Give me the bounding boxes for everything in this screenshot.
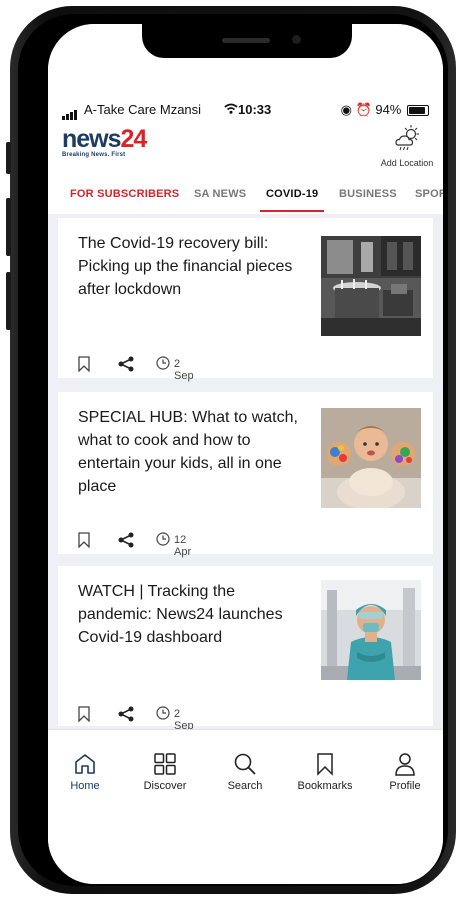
nav-bookmarks-label: Bookmarks — [297, 780, 353, 792]
home-icon — [50, 746, 120, 776]
clock-icon — [156, 532, 170, 549]
status-right: ◉ ⏰ 94% — [341, 102, 429, 118]
notch — [142, 24, 352, 58]
article-date: 12 Apr — [174, 534, 192, 558]
tab-business[interactable]: BUSINESS — [339, 188, 397, 200]
logo-number: 24 — [120, 125, 148, 153]
wifi-icon — [224, 102, 238, 117]
weather-icon — [392, 125, 422, 156]
nav-search[interactable]: Search — [210, 746, 280, 792]
article-title[interactable]: The Covid-19 recovery bill: Picking up t… — [78, 232, 310, 301]
article-card[interactable]: SPECIAL HUB: What to watch, what to cook… — [58, 392, 433, 558]
battery-icon — [407, 105, 429, 117]
article-title[interactable]: SPECIAL HUB: What to watch, what to cook… — [78, 406, 310, 498]
clock-icon — [156, 356, 170, 373]
share-icon[interactable] — [118, 706, 134, 725]
tab-for-subscribers[interactable]: FOR SUBSCRIBERS — [70, 188, 179, 200]
article-thumbnail-medical-worker[interactable] — [321, 580, 421, 680]
front-camera — [292, 35, 301, 44]
nav-discover-label: Discover — [143, 780, 187, 792]
tab-sport[interactable]: SPORT — [415, 188, 443, 200]
article-thumbnail-restaurant[interactable] — [321, 236, 421, 336]
nav-discover[interactable]: Discover — [130, 746, 200, 792]
nav-home-label: Home — [70, 780, 100, 792]
profile-icon — [370, 746, 440, 776]
article-date: 2 Sep — [174, 358, 194, 382]
status-bar: A-Take Care Mzansi 10:33 ◉ ⏰ 94% — [62, 102, 433, 120]
nav-profile-label: Profile — [389, 780, 421, 792]
tab-covid-19[interactable]: COVID-19 — [260, 188, 325, 212]
phone-screen: A-Take Care Mzansi 10:33 ◉ ⏰ 94% news24 … — [48, 24, 443, 884]
bottom-navigation: Home Discover Search Bookmarks Profile — [48, 729, 443, 800]
bookmark-icon[interactable] — [78, 532, 90, 551]
alarm-icon: ⏰ — [355, 102, 372, 117]
logo-word: news — [62, 125, 122, 153]
nav-bookmarks[interactable]: Bookmarks — [290, 746, 360, 792]
battery-percent: 94% — [375, 102, 402, 117]
tab-covid-19-label: COVID-19 — [266, 188, 319, 200]
nav-profile[interactable]: Profile — [370, 746, 440, 792]
speaker — [222, 38, 270, 43]
active-tab-indicator — [260, 210, 325, 212]
article-card[interactable]: WATCH | Tracking the pandemic: News24 la… — [58, 566, 433, 732]
grid-icon — [130, 746, 200, 776]
add-location-button[interactable]: Add Location — [377, 124, 437, 168]
location-status-icon: ◉ — [340, 102, 352, 117]
article-thumbnail-child-paint[interactable] — [321, 408, 421, 508]
home-indicator-area — [48, 799, 443, 884]
search-icon — [210, 746, 280, 776]
bookmark-icon[interactable] — [78, 356, 90, 375]
mute-switch — [6, 142, 11, 174]
article-title[interactable]: WATCH | Tracking the pandemic: News24 la… — [78, 580, 310, 649]
volume-down-button — [6, 272, 11, 330]
bookmark-icon — [290, 746, 360, 776]
signal-icon — [62, 105, 78, 120]
nav-search-label: Search — [227, 780, 263, 792]
share-icon[interactable] — [118, 356, 134, 375]
news24-logo[interactable]: news24 Breaking News. First — [62, 125, 148, 158]
carrier-name: A-Take Care Mzansi — [84, 102, 202, 117]
bookmark-icon[interactable] — [78, 706, 90, 725]
nav-home[interactable]: Home — [50, 746, 120, 792]
share-icon[interactable] — [118, 532, 134, 551]
status-time: 10:33 — [238, 102, 272, 117]
volume-up-button — [6, 198, 11, 256]
add-location-label: Add Location — [380, 158, 434, 168]
article-card[interactable]: The Covid-19 recovery bill: Picking up t… — [58, 218, 433, 382]
clock-icon — [156, 706, 170, 723]
section-tabs: FOR SUBSCRIBERS SA NEWS COVID-19 BUSINES… — [70, 188, 443, 214]
tab-sa-news[interactable]: SA NEWS — [194, 188, 246, 200]
